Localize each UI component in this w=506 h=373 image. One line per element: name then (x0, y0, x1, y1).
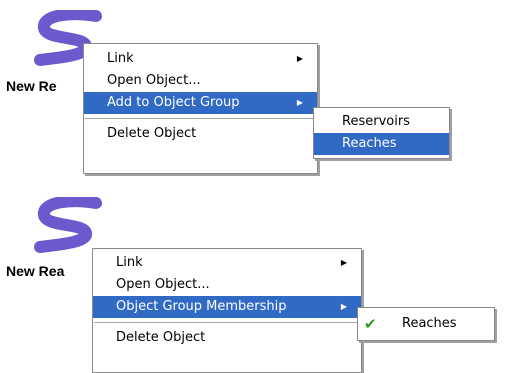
submenu-item-reservoirs[interactable]: Reservoirs (314, 111, 449, 133)
menu-item-label: Link (116, 255, 143, 270)
menu-item-label: Delete Object (116, 330, 206, 345)
menu-separator (94, 322, 360, 323)
menu-item-delete-object[interactable]: Delete Object (84, 123, 317, 145)
menu-item-label: Delete Object (107, 126, 197, 141)
object-label: New Rea (6, 263, 65, 279)
menu-item-object-group-membership[interactable]: Object Group Membership ▶ (93, 296, 361, 318)
object-label: New Re (6, 78, 57, 94)
submenu-arrow-icon: ▶ (296, 54, 303, 63)
context-menu: Link ▶ Open Object... Add to Object Grou… (83, 43, 318, 174)
menu-item-label: Add to Object Group (107, 95, 240, 110)
submenu-item-reaches[interactable]: ✔ Reaches (358, 313, 494, 335)
submenu: ✔ Reaches (357, 307, 495, 341)
menu-item-delete-object[interactable]: Delete Object (93, 327, 361, 349)
menu-item-label: Reaches (402, 316, 457, 331)
menu-item-open-object[interactable]: Open Object... (84, 70, 317, 92)
menu-item-open-object[interactable]: Open Object... (93, 274, 361, 296)
submenu: Reservoirs Reaches (313, 107, 450, 159)
menu-item-add-to-object-group[interactable]: Add to Object Group ▶ (84, 92, 317, 114)
menu-item-label: Open Object... (116, 277, 210, 292)
submenu-arrow-icon: ▶ (340, 258, 347, 267)
menu-item-label: Link (107, 51, 134, 66)
submenu-arrow-icon: ▶ (340, 302, 347, 311)
menu-item-label: Object Group Membership (116, 299, 287, 314)
context-menu: Link ▶ Open Object... Object Group Membe… (92, 248, 362, 373)
menu-item-link[interactable]: Link ▶ (93, 252, 361, 274)
menu-item-label: Reaches (342, 136, 397, 151)
submenu-arrow-icon: ▶ (296, 98, 303, 107)
menu-item-label: Reservoirs (342, 114, 410, 129)
menu-item-link[interactable]: Link ▶ (84, 48, 317, 70)
submenu-item-reaches[interactable]: Reaches (314, 133, 449, 155)
menu-item-label: Open Object... (107, 73, 201, 88)
menu-separator (85, 118, 316, 119)
check-icon: ✔ (364, 315, 377, 333)
